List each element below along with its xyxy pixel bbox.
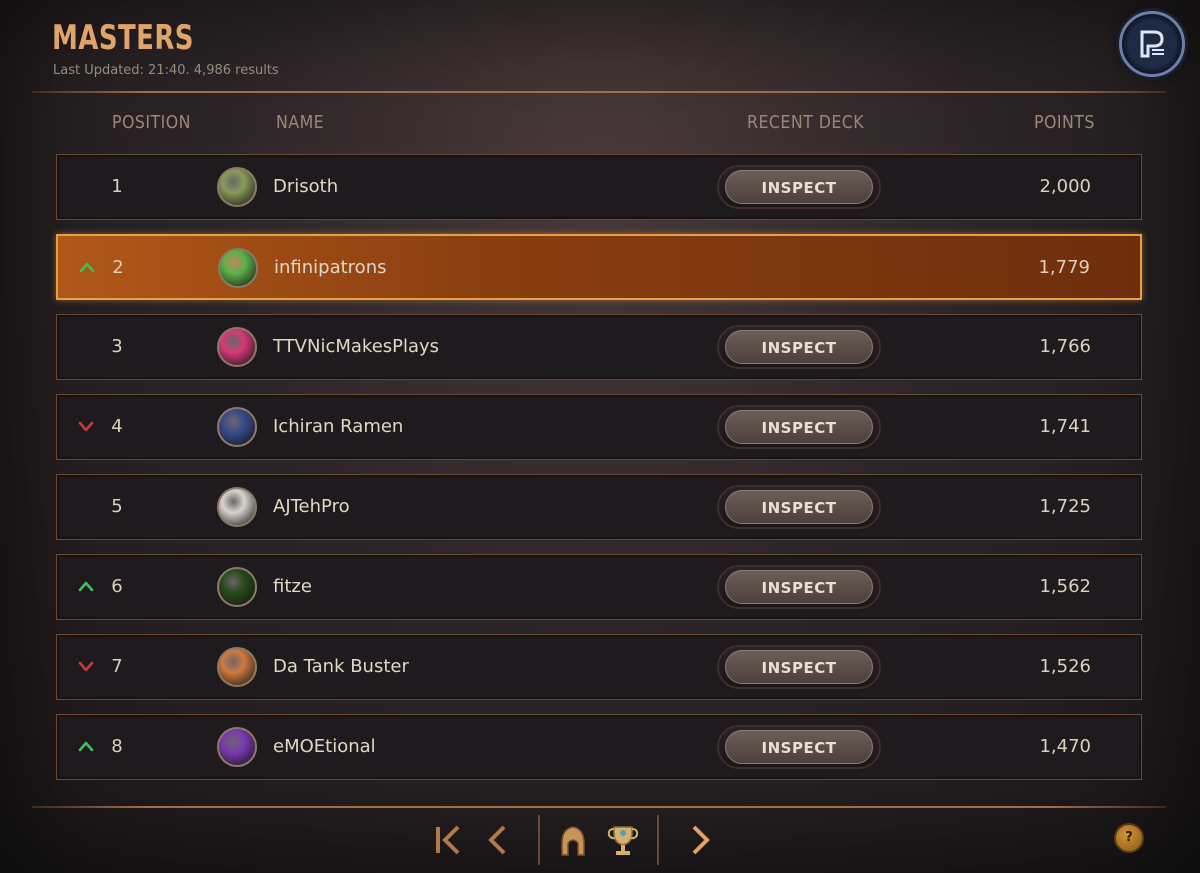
rank-up-icon xyxy=(77,577,95,595)
trophy-icon xyxy=(607,826,639,855)
column-header-name: NAME xyxy=(276,112,325,133)
rank-position: 2 xyxy=(112,257,124,278)
help-icon: ? xyxy=(1125,830,1133,845)
rank-position: 6 xyxy=(111,576,123,597)
profile-icon xyxy=(1140,30,1164,58)
footer-divider xyxy=(32,806,1166,808)
prev-page-button[interactable] xyxy=(482,815,512,865)
inspect-deck-label: INSPECT xyxy=(725,410,873,444)
champion-portrait-avatar-icon xyxy=(217,407,257,447)
rank-up-icon xyxy=(77,737,95,755)
player-points: 1,470 xyxy=(1039,736,1091,757)
rank-position: 8 xyxy=(111,736,123,757)
inspect-deck-label: INSPECT xyxy=(725,730,873,764)
player-name: Drisoth xyxy=(273,176,339,197)
player-name: infinipatrons xyxy=(274,257,387,278)
prev-page-icon xyxy=(488,825,506,855)
first-page-button[interactable] xyxy=(432,815,464,865)
last-updated-text: Last Updated: 21:40. 4,986 results xyxy=(53,63,279,78)
inspect-deck-label: INSPECT xyxy=(725,330,873,364)
player-name: AJTehPro xyxy=(273,496,350,517)
inspect-deck-button[interactable]: INSPECT xyxy=(717,165,881,209)
rank-position: 4 xyxy=(111,416,123,437)
player-name: fitze xyxy=(273,576,312,597)
leaderboard-row[interactable]: 8 eMOEtional INSPECT 1,470 xyxy=(56,714,1142,780)
help-button[interactable]: ? xyxy=(1114,823,1144,853)
trophy-button[interactable] xyxy=(606,815,640,865)
pink-poro-avatar-icon xyxy=(217,327,257,367)
inspect-deck-button[interactable]: INSPECT xyxy=(717,725,881,769)
inspect-deck-button[interactable]: INSPECT xyxy=(717,645,881,689)
inspect-deck-button[interactable]: INSPECT xyxy=(717,485,881,529)
rank-up-icon xyxy=(78,258,96,276)
leaderboard-row[interactable]: 4 Ichiran Ramen INSPECT 1,741 xyxy=(56,394,1142,460)
rank-down-icon xyxy=(77,657,95,675)
rank-position: 5 xyxy=(111,496,123,517)
leaderboard-row[interactable]: 1 Drisoth INSPECT 2,000 xyxy=(56,154,1142,220)
leaderboard-row[interactable]: 6 fitze INSPECT 1,562 xyxy=(56,554,1142,620)
rank-position: 7 xyxy=(111,656,123,677)
column-header-position: POSITION xyxy=(112,112,191,133)
yordle-avatar-icon xyxy=(217,167,257,207)
poro-avatar-icon xyxy=(217,487,257,527)
plant-avatar-icon xyxy=(217,567,257,607)
region-filter-icon xyxy=(561,826,585,856)
rank-down-icon xyxy=(77,417,95,435)
next-page-button[interactable] xyxy=(686,815,716,865)
inspect-deck-label: INSPECT xyxy=(725,490,873,524)
inspect-deck-button[interactable]: INSPECT xyxy=(717,325,881,369)
player-points: 1,725 xyxy=(1039,496,1091,517)
player-points: 1,766 xyxy=(1039,336,1091,357)
first-page-icon xyxy=(436,825,460,855)
inspect-deck-label: INSPECT xyxy=(725,650,873,684)
leaderboard-row-current-player[interactable]: 2 infinipatrons 1,779 xyxy=(56,234,1142,300)
rank-position: 3 xyxy=(111,336,123,357)
column-header-recent-deck: RECENT DECK xyxy=(747,112,865,133)
player-name: eMOEtional xyxy=(273,736,376,757)
purple-crest-avatar-icon xyxy=(217,727,257,767)
header-divider xyxy=(32,91,1166,93)
player-points: 1,779 xyxy=(1038,257,1090,278)
player-name: Da Tank Buster xyxy=(273,656,409,677)
leaderboard-row[interactable]: 5 AJTehPro INSPECT 1,725 xyxy=(56,474,1142,540)
player-points: 2,000 xyxy=(1039,176,1091,197)
inspect-deck-label: INSPECT xyxy=(725,570,873,604)
shield-emblem-avatar-icon xyxy=(217,647,257,687)
pager-separator xyxy=(657,815,659,865)
leaderboard-row[interactable]: 3 TTVNicMakesPlays INSPECT 1,766 xyxy=(56,314,1142,380)
pager-separator xyxy=(538,815,540,865)
player-name: Ichiran Ramen xyxy=(273,416,404,437)
rank-position: 1 xyxy=(111,176,123,197)
player-name: TTVNicMakesPlays xyxy=(273,336,440,357)
inspect-deck-label: INSPECT xyxy=(725,170,873,204)
profile-button[interactable] xyxy=(1119,11,1185,77)
page-title: MASTERS xyxy=(52,18,194,58)
green-creature-avatar-icon xyxy=(218,248,258,288)
player-points: 1,562 xyxy=(1039,576,1091,597)
inspect-deck-button[interactable]: INSPECT xyxy=(717,565,881,609)
region-filter-button[interactable] xyxy=(556,815,590,865)
player-points: 1,741 xyxy=(1039,416,1091,437)
column-header-points: POINTS xyxy=(1034,112,1095,133)
inspect-deck-button[interactable]: INSPECT xyxy=(717,405,881,449)
next-page-icon xyxy=(692,825,710,855)
leaderboard-row[interactable]: 7 Da Tank Buster INSPECT 1,526 xyxy=(56,634,1142,700)
player-points: 1,526 xyxy=(1039,656,1091,677)
